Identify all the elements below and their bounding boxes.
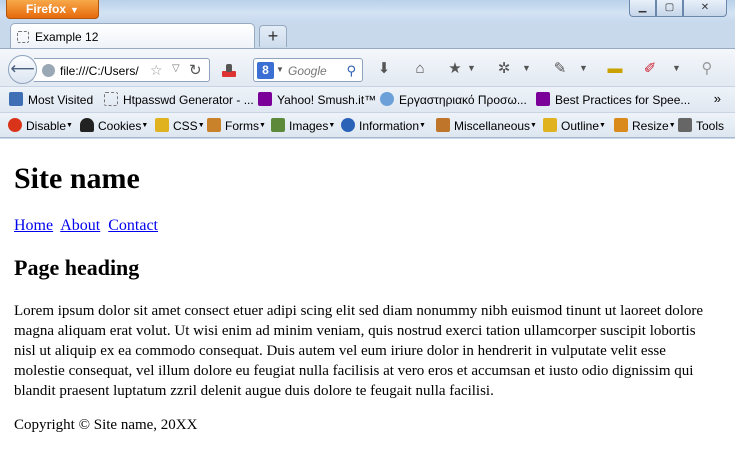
menu-label: Cookies: [98, 119, 142, 133]
nav-link-about[interactable]: About: [60, 217, 100, 234]
menu-label: Outline: [561, 119, 600, 133]
globe-icon: [42, 64, 55, 77]
page-icon: [104, 92, 118, 106]
menu-label: Tools: [696, 119, 725, 133]
bookmark-label: Htpasswd Generator - ...: [123, 93, 254, 107]
pencil-icon: [155, 118, 169, 132]
menu-outline[interactable]: Outline▼: [543, 118, 606, 133]
menu-label: CSS: [173, 119, 198, 133]
web-developer-toolbar: Disable▼ Cookies▼ CSS▼ Forms▼ Images▼ In…: [0, 112, 735, 138]
tools-icon: [678, 118, 692, 132]
tab-title: Example 12: [35, 30, 99, 44]
home-icon[interactable]: ⌂: [410, 59, 430, 79]
url-dropdown-icon[interactable]: ▽: [172, 63, 180, 74]
image-icon: [271, 118, 285, 132]
body-paragraph: Lorem ipsum dolor sit amet consect etuer…: [14, 303, 704, 399]
tab-active[interactable]: Example 12: [10, 23, 255, 49]
menu-tools[interactable]: Tools: [678, 118, 724, 133]
book-icon: [436, 118, 450, 132]
yahoo-icon: [536, 92, 550, 106]
copyright-footer: Copyright © Site name, 20XX: [14, 417, 198, 433]
menu-label: Miscellaneous: [454, 119, 531, 133]
url-bar[interactable]: file:///C:/Users/ ☆ ▽ ↻: [34, 58, 210, 82]
new-tab-button[interactable]: +: [259, 25, 287, 47]
chevron-down-icon[interactable]: ▼: [467, 63, 476, 73]
bookmark-most-visited[interactable]: Most Visited: [9, 92, 93, 107]
menu-miscellaneous[interactable]: Miscellaneous▼: [436, 118, 537, 133]
menu-images[interactable]: Images▼: [271, 118, 335, 133]
eyedropper-icon[interactable]: ✎: [550, 59, 570, 79]
bookmark-htpasswd[interactable]: Htpasswd Generator - ...: [104, 92, 254, 107]
bookmarks-menu-icon[interactable]: ★: [445, 59, 465, 79]
search-placeholder[interactable]: Google: [288, 64, 327, 78]
title-bar: Firefox ▼ ▁ ▢ ✕: [0, 0, 735, 22]
menu-label: Information: [359, 119, 420, 133]
back-button[interactable]: ⟵: [8, 55, 37, 84]
reload-icon[interactable]: ↻: [189, 61, 202, 79]
menu-label: Resize: [632, 119, 669, 133]
menu-disable[interactable]: Disable▼: [8, 118, 73, 133]
page-content: Site name Home About Contact Page headin…: [0, 139, 735, 454]
bookmark-label: Yahoo! Smush.it™: [277, 93, 377, 107]
chevron-down-icon: ▼: [70, 5, 79, 15]
ruler-icon[interactable]: ▬: [605, 59, 625, 79]
chat-icon: [380, 92, 394, 106]
window-controls: ▁ ▢ ✕: [629, 0, 727, 17]
yahoo-icon: [258, 92, 272, 106]
menu-information[interactable]: Information▼: [341, 118, 426, 133]
firebug-icon[interactable]: ✲: [494, 59, 514, 79]
menu-label: Disable: [26, 119, 67, 133]
chevron-down-icon[interactable]: ▼: [522, 63, 531, 73]
close-icon[interactable]: ✕: [683, 0, 727, 17]
blank-page-icon: [17, 31, 29, 43]
bookmark-label: Εργαστηριακό Προσω...: [399, 93, 527, 107]
nav-link-home[interactable]: Home: [14, 217, 53, 234]
clipboard-icon: [207, 118, 221, 132]
most-visited-icon: [9, 92, 23, 106]
bookmark-label: Most Visited: [28, 93, 94, 107]
bookmarks-toolbar: Most Visited Htpasswd Generator - ... Ya…: [0, 86, 735, 112]
site-nav: Home About Contact: [14, 217, 721, 235]
navigation-toolbar: file:///C:/Users/ ☆ ▽ ↻ ⟵ 8 ▼ Google ⚲ ⬇…: [0, 48, 735, 86]
page-heading: Page heading: [14, 255, 140, 280]
chevron-down-icon[interactable]: ▼: [579, 63, 588, 73]
pencil-icon: [614, 118, 628, 132]
info-icon: [341, 118, 355, 132]
maximize-icon[interactable]: ▢: [656, 0, 683, 17]
google-icon[interactable]: 8: [257, 62, 274, 79]
chevron-down-icon[interactable]: ▼: [672, 63, 681, 73]
menu-resize[interactable]: Resize▼: [614, 118, 676, 133]
menu-label: Forms: [225, 119, 259, 133]
firefox-button-label: Firefox: [26, 2, 67, 16]
disable-icon: [8, 118, 22, 132]
menu-forms[interactable]: Forms▼: [207, 118, 266, 133]
bookmark-star-icon[interactable]: ☆: [150, 62, 163, 79]
search-box[interactable]: 8 ▼ Google ⚲: [253, 58, 363, 82]
menu-css[interactable]: CSS▼: [155, 118, 205, 133]
broom-icon[interactable]: ✐: [640, 59, 660, 79]
bookmark-best-practices[interactable]: Best Practices for Spee...: [536, 92, 690, 107]
chevron-right-icon[interactable]: »: [714, 91, 721, 106]
bookmark-ergastiriako[interactable]: Εργαστηριακό Προσω...: [380, 92, 527, 107]
firefox-menu-button[interactable]: Firefox ▼: [6, 0, 99, 19]
search-engine-dropdown-icon[interactable]: ▼: [276, 65, 284, 74]
bookmark-label: Best Practices for Spee...: [555, 93, 691, 107]
download-icon[interactable]: ⬇: [374, 59, 394, 79]
nav-link-contact[interactable]: Contact: [108, 217, 158, 234]
site-name: Site name: [14, 162, 140, 195]
search-icon[interactable]: ⚲: [346, 63, 356, 79]
url-text[interactable]: file:///C:/Users/: [60, 64, 139, 78]
menu-label: Images: [289, 119, 329, 133]
bookmark-yahoo-smushit[interactable]: Yahoo! Smush.it™: [258, 92, 376, 107]
stamp-icon[interactable]: [220, 61, 238, 79]
zoom-icon[interactable]: ⚲: [697, 59, 717, 79]
minimize-icon[interactable]: ▁: [629, 0, 656, 17]
tab-strip: Example 12 +: [0, 22, 735, 49]
menu-cookies[interactable]: Cookies▼: [80, 118, 148, 133]
cookie-user-icon: [80, 118, 94, 132]
pencil-icon: [543, 118, 557, 132]
